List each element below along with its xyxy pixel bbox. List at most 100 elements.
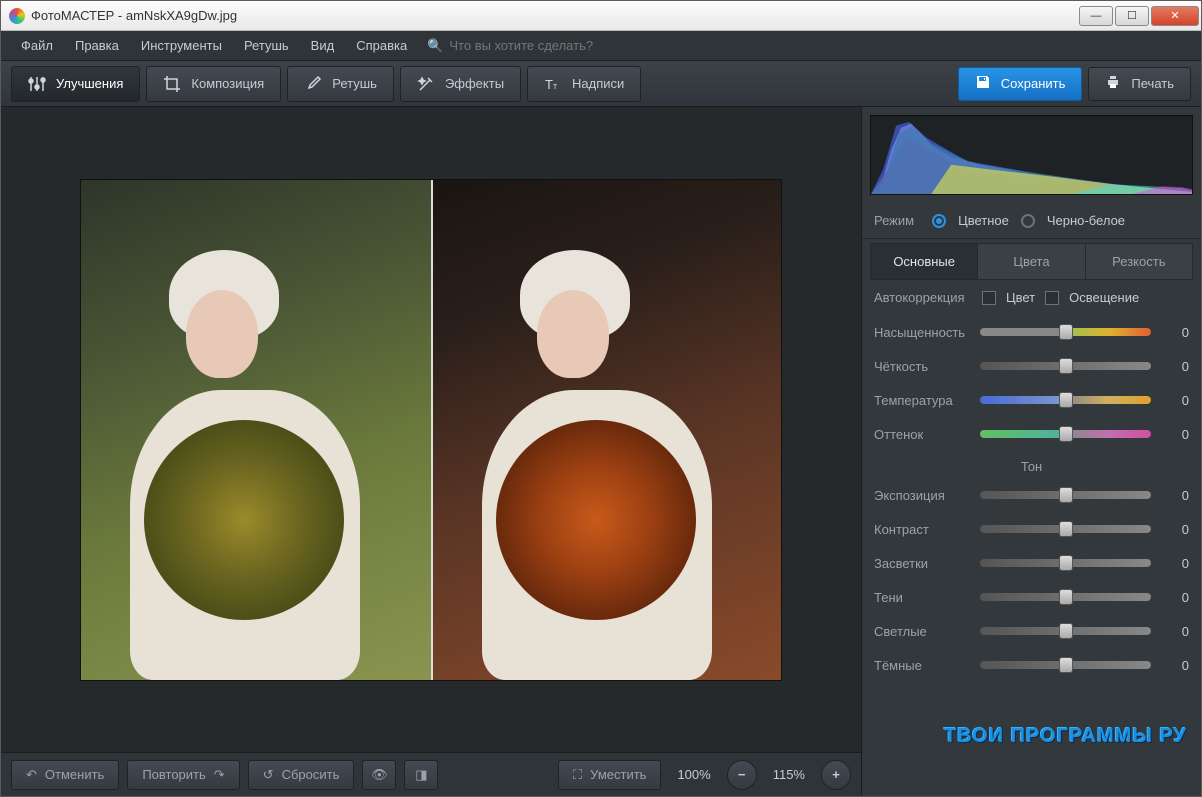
zoom-in-button[interactable]: + bbox=[821, 760, 851, 790]
menu-retouch[interactable]: Ретушь bbox=[234, 34, 299, 57]
checkbox-color[interactable] bbox=[982, 291, 996, 305]
slider-shadows-track[interactable] bbox=[980, 593, 1151, 601]
slider-thumb[interactable] bbox=[1059, 589, 1073, 605]
slider-thumb[interactable] bbox=[1059, 392, 1073, 408]
slider-thumb[interactable] bbox=[1059, 555, 1073, 571]
side-panel: Режим Цветное Черно-белое Основные Цвета… bbox=[861, 107, 1201, 796]
slider-thumb[interactable] bbox=[1059, 426, 1073, 442]
slider-thumb[interactable] bbox=[1059, 324, 1073, 340]
close-button[interactable]: ✕ bbox=[1151, 6, 1199, 26]
slider-blacks-track[interactable] bbox=[980, 661, 1151, 669]
minimize-button[interactable]: — bbox=[1079, 6, 1113, 26]
tab-text[interactable]: Tт Надписи bbox=[527, 66, 641, 102]
slider-contrast: Контраст 0 bbox=[874, 514, 1189, 544]
print-button[interactable]: Печать bbox=[1088, 67, 1191, 101]
slider-thumb[interactable] bbox=[1059, 358, 1073, 374]
slider-whites-track[interactable] bbox=[980, 627, 1151, 635]
fit-button[interactable]: ⛶ Уместить bbox=[558, 760, 661, 790]
sidetab-colors[interactable]: Цвета bbox=[978, 243, 1085, 280]
slider-thumb[interactable] bbox=[1059, 521, 1073, 537]
sliders-icon bbox=[28, 75, 46, 93]
histogram[interactable] bbox=[870, 115, 1193, 195]
tab-composition[interactable]: Композиция bbox=[146, 66, 281, 102]
save-label: Сохранить bbox=[1001, 76, 1066, 91]
menu-file[interactable]: Файл bbox=[11, 34, 63, 57]
slider-clarity: Чёткость 0 bbox=[874, 351, 1189, 381]
slider-shadows: Тени 0 bbox=[874, 582, 1189, 612]
radio-color[interactable] bbox=[932, 214, 946, 228]
checkbox-light-label[interactable]: Освещение bbox=[1069, 290, 1139, 305]
radio-bw-label[interactable]: Черно-белое bbox=[1047, 213, 1125, 228]
brush-icon bbox=[304, 75, 322, 93]
fit-label: Уместить bbox=[590, 767, 646, 782]
image-after bbox=[431, 180, 781, 680]
menu-edit[interactable]: Правка bbox=[65, 34, 129, 57]
sidetab-basic[interactable]: Основные bbox=[870, 243, 978, 280]
preview-button[interactable]: 👁 bbox=[362, 760, 396, 790]
search-icon: 🔍 bbox=[427, 38, 443, 54]
slider-thumb[interactable] bbox=[1059, 623, 1073, 639]
print-icon bbox=[1105, 74, 1121, 93]
app-icon bbox=[9, 8, 25, 24]
slider-contrast-track[interactable] bbox=[980, 525, 1151, 533]
slider-highlights-track[interactable] bbox=[980, 559, 1151, 567]
menu-tools[interactable]: Инструменты bbox=[131, 34, 232, 57]
tab-label: Надписи bbox=[572, 76, 624, 91]
compare-toggle-button[interactable]: ◨ bbox=[404, 760, 438, 790]
save-button[interactable]: Сохранить bbox=[958, 67, 1083, 101]
slider-clarity-track[interactable] bbox=[980, 362, 1151, 370]
slider-hue-track[interactable] bbox=[980, 430, 1151, 438]
svg-text:т: т bbox=[553, 81, 557, 91]
reset-icon: ↺ bbox=[263, 767, 274, 783]
autocorrect-label: Автокоррекция bbox=[874, 290, 972, 305]
redo-button[interactable]: Повторить ↷ bbox=[127, 760, 239, 790]
reset-label: Сбросить bbox=[282, 767, 340, 782]
slider-highlights: Засветки 0 bbox=[874, 548, 1189, 578]
crop-icon bbox=[163, 75, 181, 93]
slider-whites: Светлые 0 bbox=[874, 616, 1189, 646]
canvas-area: ↶ Отменить Повторить ↷ ↺ Сбросить 👁 bbox=[1, 107, 861, 796]
maximize-button[interactable]: ☐ bbox=[1115, 6, 1149, 26]
menu-help[interactable]: Справка bbox=[346, 34, 417, 57]
print-label: Печать bbox=[1131, 76, 1174, 91]
slider-saturation-track[interactable] bbox=[980, 328, 1151, 336]
tab-retouch[interactable]: Ретушь bbox=[287, 66, 394, 102]
radio-color-label[interactable]: Цветное bbox=[958, 213, 1009, 228]
reset-button[interactable]: ↺ Сбросить bbox=[248, 760, 355, 790]
tab-effects[interactable]: Эффекты bbox=[400, 66, 521, 102]
compare-view bbox=[80, 179, 782, 681]
mode-label: Режим bbox=[874, 213, 914, 228]
redo-label: Повторить bbox=[142, 767, 205, 782]
text-icon: Tт bbox=[544, 75, 562, 93]
slider-exposure-track[interactable] bbox=[980, 491, 1151, 499]
image-before bbox=[81, 180, 431, 680]
tab-label: Ретушь bbox=[332, 76, 377, 91]
checkbox-light[interactable] bbox=[1045, 291, 1059, 305]
slider-thumb[interactable] bbox=[1059, 657, 1073, 673]
zoom-out-button[interactable]: − bbox=[727, 760, 757, 790]
tab-label: Эффекты bbox=[445, 76, 504, 91]
tab-label: Композиция bbox=[191, 76, 264, 91]
mode-row: Режим Цветное Черно-белое bbox=[862, 203, 1201, 239]
undo-button[interactable]: ↶ Отменить bbox=[11, 760, 119, 790]
radio-bw[interactable] bbox=[1021, 214, 1035, 228]
svg-text:T: T bbox=[545, 77, 553, 92]
slider-blacks: Тёмные 0 bbox=[874, 650, 1189, 680]
search-input[interactable] bbox=[449, 38, 649, 53]
slider-temperature-track[interactable] bbox=[980, 396, 1151, 404]
search-box: 🔍 bbox=[427, 38, 649, 54]
autocorrect-row: Автокоррекция Цвет Освещение bbox=[874, 290, 1189, 305]
checkbox-color-label[interactable]: Цвет bbox=[1006, 290, 1035, 305]
bottom-bar: ↶ Отменить Повторить ↷ ↺ Сбросить 👁 bbox=[1, 752, 861, 796]
slider-temperature: Температура 0 bbox=[874, 385, 1189, 415]
canvas-view[interactable] bbox=[1, 107, 861, 752]
zoom-fit-label: 100% bbox=[669, 767, 718, 782]
wand-icon bbox=[417, 75, 435, 93]
sidetab-sharp[interactable]: Резкость bbox=[1086, 243, 1193, 280]
save-icon bbox=[975, 74, 991, 93]
tab-enhance[interactable]: Улучшения bbox=[11, 66, 140, 102]
zoom-current-label: 115% bbox=[765, 767, 813, 782]
slider-thumb[interactable] bbox=[1059, 487, 1073, 503]
watermark: ТВОИ ПРОГРАММЫ РУ bbox=[944, 725, 1187, 748]
menu-view[interactable]: Вид bbox=[301, 34, 345, 57]
